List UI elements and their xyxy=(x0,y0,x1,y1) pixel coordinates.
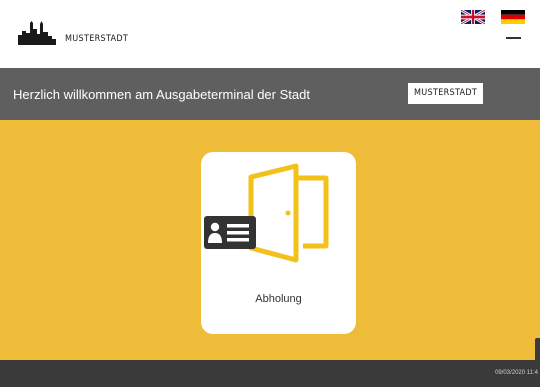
timestamp: 09/03/2020 11:4 xyxy=(495,370,538,376)
id-card-door-icon xyxy=(204,163,329,263)
selected-language-indicator xyxy=(506,37,521,39)
skyline-icon xyxy=(18,21,56,45)
welcome-bar: Herzlich willkommen am Ausgabeterminal d… xyxy=(0,68,540,120)
pickup-label: Abholung xyxy=(255,293,302,305)
city-badge: MUSTERSTADT xyxy=(408,83,484,104)
city-logo: MUSTERSTADT xyxy=(18,21,128,45)
germany-flag-icon[interactable] xyxy=(501,10,525,24)
side-tab-handle[interactable] xyxy=(535,338,540,360)
uk-flag-icon[interactable] xyxy=(461,10,485,24)
main-area: Abholung xyxy=(0,120,540,360)
bottom-bar: 09/03/2020 11:4 xyxy=(0,338,540,387)
top-bar: MUSTERSTADT xyxy=(0,0,540,68)
logo-text: MUSTERSTADT xyxy=(65,34,129,44)
pickup-tile[interactable]: Abholung xyxy=(201,152,356,334)
welcome-text: Herzlich willkommen am Ausgabeterminal d… xyxy=(13,87,310,102)
